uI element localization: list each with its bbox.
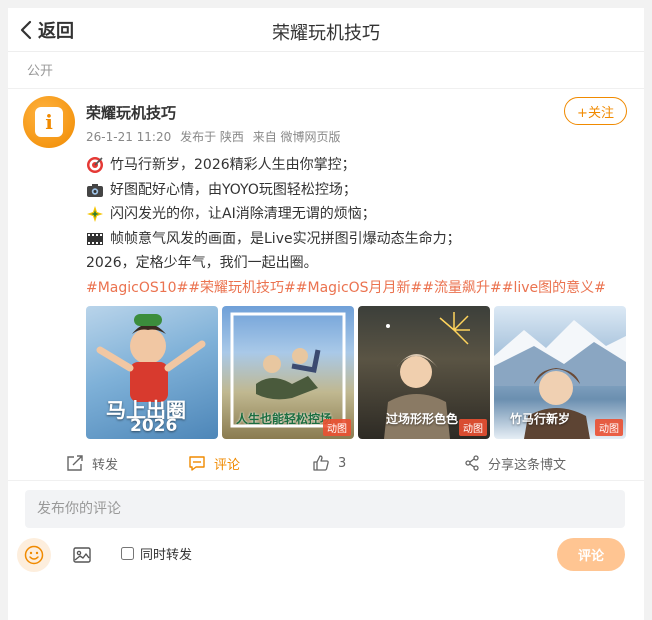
page-title: 荣耀玩机技巧 (272, 23, 380, 44)
also-repost-checkbox[interactable] (121, 547, 134, 560)
visibility-label: 公开 (27, 64, 54, 79)
post-line: 竹马行新岁，2026精彩人生由你掌控； (86, 153, 634, 178)
post-time[interactable]: 26-1-21 11:20 (86, 130, 171, 144)
thumbs-up-icon (313, 455, 329, 471)
post-line-text: 2026，定格少年气，我们一起出圈。 (86, 255, 318, 271)
divider (8, 88, 644, 89)
post-line: 2026，定格少年气，我们一起出圈。 (86, 251, 634, 276)
post-line-text: 闪闪发光的你，让AI消除清理无谓的烦恼； (110, 206, 376, 222)
film-icon (86, 230, 104, 248)
post-image-3[interactable]: 过场形形色色 动图 (358, 306, 490, 439)
target-icon (86, 156, 104, 174)
post-image-2[interactable]: 人生也能轻松控场 动图 (222, 306, 354, 439)
camera-icon (86, 181, 104, 199)
comment-input[interactable] (25, 490, 625, 528)
image-grid: 马上出圈 2026 人生也能轻松控场 动图 过场形形色色 动图 竹马行新岁 动图 (86, 306, 626, 439)
post-line-text: 帧帧意气风发的画面，是Live实况拼图引爆动态生命力； (110, 230, 461, 247)
post-location: 发布于 陕西 (180, 130, 244, 144)
gif-badge: 动图 (459, 419, 487, 436)
image-caption: 人生也能轻松控场 (236, 412, 333, 426)
repost-button[interactable]: 转发 (66, 448, 118, 478)
action-bar: 转发 评论 3 分享这条博文 (8, 448, 644, 478)
post-line-text: 竹马行新岁，2026精彩人生由你掌控； (110, 157, 356, 173)
gif-badge: 动图 (323, 419, 351, 436)
post-line-text: 好图配好心情，由YOYO玩图轻松控场； (110, 181, 357, 198)
repost-icon (67, 455, 83, 471)
avatar-logo: i (35, 107, 63, 137)
smiley-icon (24, 545, 44, 565)
image-caption: 过场形形色色 (386, 412, 459, 426)
post-line: 好图配好心情，由YOYO玩图轻松控场； (86, 178, 634, 203)
avatar[interactable]: i (23, 96, 75, 148)
comment-label: 评论 (214, 457, 241, 473)
comment-button[interactable]: 评论 (188, 448, 240, 478)
gif-badge: 动图 (595, 419, 623, 436)
top-bar: 返回 荣耀玩机技巧 (8, 8, 644, 52)
like-button[interactable]: 3 (312, 448, 346, 478)
also-repost-label: 同时转发 (140, 548, 193, 563)
follow-button[interactable]: +关注 (564, 97, 627, 125)
hashtag-line[interactable]: #MagicOS10##荣耀玩机技巧##MagicOS月月新##流量飙升##li… (86, 276, 634, 301)
share-button[interactable]: 分享这条博文 (464, 448, 566, 478)
comment-icon (189, 456, 205, 471)
share-icon (465, 455, 479, 471)
share-label: 分享这条博文 (488, 457, 567, 473)
image-icon (73, 547, 91, 563)
like-count: 3 (338, 455, 347, 471)
divider (8, 480, 644, 481)
sparkle-icon (86, 205, 104, 223)
post-detail-card: 返回 荣耀玩机技巧 公开 i 荣耀玩机技巧 26-1-21 11:20 发布于 … (8, 8, 644, 620)
post-line: 帧帧意气风发的画面，是Live实况拼图引爆动态生命力； (86, 227, 634, 252)
emoji-button[interactable] (17, 538, 51, 572)
also-repost-option[interactable]: 同时转发 (121, 544, 192, 563)
author-name[interactable]: 荣耀玩机技巧 (86, 102, 176, 123)
submit-comment-button[interactable]: 评论 (557, 538, 625, 571)
image-caption: 竹马行新岁 (510, 412, 571, 426)
post-image-1[interactable]: 马上出圈 2026 (86, 306, 218, 439)
repost-label: 转发 (92, 457, 119, 473)
image-upload-button[interactable] (72, 545, 92, 565)
post-text: 竹马行新岁，2026精彩人生由你掌控； 好图配好心情，由YOYO玩图轻松控场； … (86, 153, 634, 300)
post-meta: 26-1-21 11:20 发布于 陕西 来自 微博网页版 (86, 128, 346, 145)
post-image-4[interactable]: 竹马行新岁 动图 (494, 306, 626, 439)
post-line: 闪闪发光的你，让AI消除清理无谓的烦恼； (86, 202, 634, 227)
image-year: 2026 (130, 416, 178, 436)
post-source: 来自 微博网页版 (252, 130, 341, 144)
